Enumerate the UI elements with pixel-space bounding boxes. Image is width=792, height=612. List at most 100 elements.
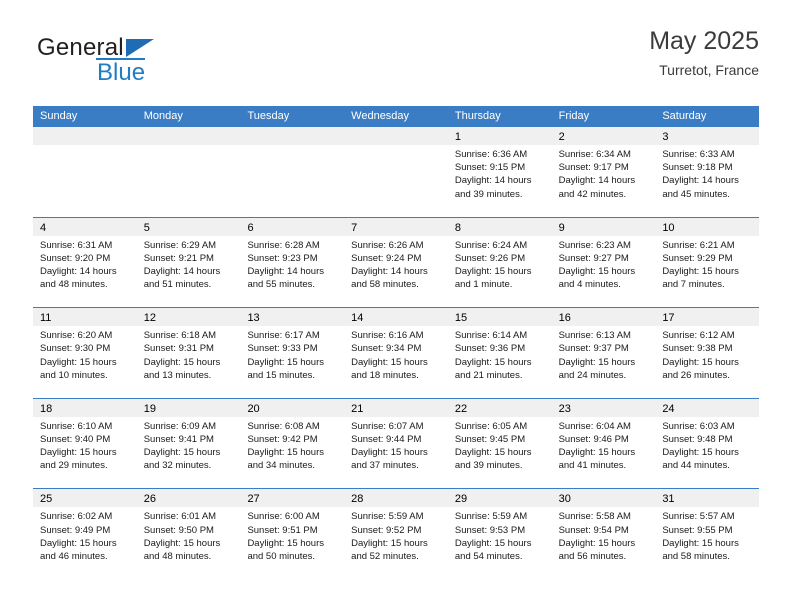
day-number: 20 bbox=[247, 402, 260, 415]
weekday-header-friday: Friday bbox=[558, 110, 590, 122]
day-details: Sunrise: 6:04 AM Sunset: 9:46 PM Daylight:… bbox=[552, 417, 656, 473]
sunrise-text: Sunrise: 6:07 AM bbox=[351, 420, 424, 432]
calendar-day-cell[interactable]: 7 Sunrise: 6:26 AM Sunset: 9:24 PM Daylight… bbox=[344, 217, 448, 308]
title-block: May 2025 Turretot, France bbox=[649, 26, 759, 79]
day-number: 2 bbox=[558, 131, 565, 143]
daylight-text-line1: Daylight: 15 hours bbox=[143, 447, 221, 459]
daylight-text-line1: Daylight: 15 hours bbox=[40, 356, 117, 368]
day-details: Sunrise: 6:24 AM Sunset: 9:26 PM Daylight:… bbox=[448, 236, 552, 292]
day-details: Sunrise: 6:20 AM Sunset: 9:30 PM Daylight:… bbox=[33, 326, 137, 382]
day-details: Sunrise: 6:21 AM Sunset: 9:29 PM Daylight:… bbox=[655, 236, 759, 292]
calendar-day-cell[interactable]: 8 Sunrise: 6:24 AM Sunset: 9:26 PM Daylight… bbox=[447, 217, 552, 308]
calendar-day-cell[interactable]: 19 Sunrise: 6:09 AM Sunset: 9:41 PM Dayligh… bbox=[136, 398, 241, 489]
calendar-day-cell[interactable]: 26 Sunrise: 6:01 AM Sunset: 9:50 PM Dayligh… bbox=[136, 489, 241, 579]
sunrise-text: Sunrise: 6:21 AM bbox=[662, 239, 735, 251]
day-number-strip bbox=[344, 127, 448, 145]
day-number-strip: 5 bbox=[136, 217, 241, 236]
weekday-header-monday: Monday bbox=[143, 110, 183, 122]
calendar-day-cell[interactable]: 5 Sunrise: 6:29 AM Sunset: 9:21 PM Daylight… bbox=[136, 217, 241, 308]
sunrise-text: Sunrise: 6:29 AM bbox=[143, 239, 217, 251]
day-details: Sunrise: 6:13 AM Sunset: 9:37 PM Daylight:… bbox=[552, 326, 656, 382]
daylight-text-line2: and 37 minutes. bbox=[351, 460, 419, 472]
sunrise-text: Sunrise: 5:58 AM bbox=[558, 511, 631, 523]
day-details: Sunrise: 6:34 AM Sunset: 9:17 PM Daylight:… bbox=[552, 145, 656, 201]
calendar-day-cell[interactable]: 27 Sunrise: 6:00 AM Sunset: 9:51 PM Dayligh… bbox=[240, 489, 345, 579]
calendar-day-cell[interactable]: 10 Sunrise: 6:21 AM Sunset: 9:29 PM Dayligh… bbox=[655, 217, 760, 308]
daylight-text-line2: and 29 minutes. bbox=[40, 460, 108, 472]
day-number-strip: 13 bbox=[240, 308, 345, 327]
calendar-week-row: 11 Sunrise: 6:20 AM Sunset: 9:30 PM Dayligh… bbox=[33, 307, 760, 398]
calendar-weeks: 1 Sunrise: 6:36 AM Sunset: 9:15 PM Daylight… bbox=[33, 127, 760, 579]
sunset-text: Sunset: 9:40 PM bbox=[40, 433, 111, 445]
calendar-day-cell[interactable]: 14 Sunrise: 6:16 AM Sunset: 9:34 PM Dayligh… bbox=[344, 308, 448, 398]
calendar-day-cell[interactable]: 3 Sunrise: 6:33 AM Sunset: 9:18 PM Daylight… bbox=[655, 127, 760, 217]
calendar-day-cell[interactable]: 12 Sunrise: 6:18 AM Sunset: 9:31 PM Dayligh… bbox=[136, 308, 241, 398]
day-number: 22 bbox=[454, 402, 468, 415]
day-number-strip: 16 bbox=[551, 308, 656, 327]
day-details: Sunrise: 6:17 AM Sunset: 9:33 PM Daylight:… bbox=[240, 326, 344, 382]
daylight-text-line2: and 10 minutes. bbox=[40, 369, 108, 381]
calendar-day-cell[interactable]: 16 Sunrise: 6:13 AM Sunset: 9:37 PM Dayligh… bbox=[551, 308, 656, 398]
page-subtitle: Turretot, France bbox=[659, 62, 759, 79]
daylight-text-line2: and 24 minutes. bbox=[558, 369, 627, 381]
calendar-day-cell[interactable]: 4 Sunrise: 6:31 AM Sunset: 9:20 PM Daylight… bbox=[33, 217, 137, 308]
sunset-text: Sunset: 9:38 PM bbox=[662, 343, 733, 355]
sunset-text: Sunset: 9:30 PM bbox=[40, 343, 111, 355]
day-number-strip: 25 bbox=[33, 489, 137, 508]
daylight-text-line2: and 32 minutes. bbox=[143, 460, 212, 472]
calendar-day-cell[interactable]: 24 Sunrise: 6:03 AM Sunset: 9:48 PM Dayligh… bbox=[655, 398, 760, 489]
calendar-day-cell[interactable]: 21 Sunrise: 6:07 AM Sunset: 9:44 PM Dayligh… bbox=[344, 398, 448, 489]
sunrise-text: Sunrise: 6:02 AM bbox=[40, 511, 113, 523]
sunset-text: Sunset: 9:45 PM bbox=[454, 433, 526, 445]
day-number-strip: 31 bbox=[655, 489, 760, 508]
sunset-text: Sunset: 9:37 PM bbox=[558, 343, 629, 355]
calendar-day-cell[interactable]: 15 Sunrise: 6:14 AM Sunset: 9:36 PM Dayligh… bbox=[447, 308, 552, 398]
day-number-strip: 14 bbox=[344, 308, 448, 327]
calendar-day-cell[interactable]: 22 Sunrise: 6:05 AM Sunset: 9:45 PM Dayligh… bbox=[447, 398, 552, 489]
day-details: Sunrise: 6:16 AM Sunset: 9:34 PM Daylight:… bbox=[344, 326, 448, 382]
sunset-text: Sunset: 9:50 PM bbox=[143, 524, 214, 536]
general-blue-logo[interactable]: General Blue bbox=[37, 34, 237, 94]
calendar-day-cell[interactable]: 2 Sunrise: 6:34 AM Sunset: 9:17 PM Daylight… bbox=[551, 127, 656, 217]
day-number: 30 bbox=[558, 493, 571, 506]
calendar-day-cell[interactable]: 23 Sunrise: 6:04 AM Sunset: 9:46 PM Dayligh… bbox=[551, 398, 656, 489]
calendar-day-cell[interactable]: 17 Sunrise: 6:12 AM Sunset: 9:38 PM Dayligh… bbox=[655, 308, 760, 398]
daylight-text-line2: and 48 minutes. bbox=[40, 279, 108, 291]
sunset-text: Sunset: 9:24 PM bbox=[351, 252, 422, 264]
calendar-day-cell[interactable]: 11 Sunrise: 6:20 AM Sunset: 9:30 PM Dayligh… bbox=[33, 308, 137, 398]
day-details: Sunrise: 6:10 AM Sunset: 9:40 PM Daylight:… bbox=[33, 417, 137, 473]
day-number-strip bbox=[136, 127, 241, 145]
daylight-text-line2: and 58 minutes. bbox=[662, 550, 730, 562]
daylight-text-line2: and 44 minutes. bbox=[662, 460, 730, 472]
day-details: Sunrise: 6:29 AM Sunset: 9:21 PM Daylight:… bbox=[137, 236, 241, 292]
calendar-day-cell[interactable]: 28 Sunrise: 5:59 AM Sunset: 9:52 PM Dayligh… bbox=[344, 489, 448, 579]
calendar-day-cell[interactable]: 6 Sunrise: 6:28 AM Sunset: 9:23 PM Daylight… bbox=[240, 217, 345, 308]
calendar-day-cell[interactable]: 18 Sunrise: 6:10 AM Sunset: 9:40 PM Dayligh… bbox=[33, 398, 137, 489]
sunset-text: Sunset: 9:17 PM bbox=[558, 162, 629, 174]
daylight-text-line1: Daylight: 15 hours bbox=[454, 537, 532, 549]
day-number-strip: 2 bbox=[551, 127, 656, 145]
calendar-day-cell[interactable]: 1 Sunrise: 6:36 AM Sunset: 9:15 PM Daylight… bbox=[447, 127, 552, 217]
day-number: 6 bbox=[247, 221, 254, 234]
day-number-strip bbox=[33, 127, 137, 145]
calendar-day-cell[interactable]: 31 Sunrise: 5:57 AM Sunset: 9:55 PM Dayligh… bbox=[655, 489, 760, 579]
day-number-strip: 9 bbox=[551, 217, 656, 236]
sunrise-text: Sunrise: 6:14 AM bbox=[454, 330, 528, 342]
daylight-text-line1: Daylight: 14 hours bbox=[143, 266, 221, 277]
daylight-text-line2: and 48 minutes. bbox=[143, 550, 212, 562]
sunset-text: Sunset: 9:41 PM bbox=[143, 433, 214, 445]
day-number-strip: 20 bbox=[240, 398, 345, 417]
sunrise-text: Sunrise: 6:33 AM bbox=[662, 149, 735, 160]
day-details: Sunrise: 6:18 AM Sunset: 9:31 PM Daylight:… bbox=[137, 326, 241, 382]
calendar-day-cell[interactable]: 25 Sunrise: 6:02 AM Sunset: 9:49 PM Dayligh… bbox=[33, 489, 137, 579]
sunrise-text: Sunrise: 6:08 AM bbox=[247, 420, 320, 432]
day-number: 16 bbox=[558, 312, 571, 325]
calendar-day-cell[interactable]: 20 Sunrise: 6:08 AM Sunset: 9:42 PM Dayligh… bbox=[240, 398, 345, 489]
calendar-day-cell[interactable]: 29 Sunrise: 5:59 AM Sunset: 9:53 PM Dayligh… bbox=[447, 489, 552, 579]
calendar-day-cell[interactable]: 13 Sunrise: 6:17 AM Sunset: 9:33 PM Dayligh… bbox=[240, 308, 345, 398]
calendar-day-cell[interactable]: 9 Sunrise: 6:23 AM Sunset: 9:27 PM Daylight… bbox=[551, 217, 656, 308]
daylight-text-line1: Daylight: 15 hours bbox=[351, 356, 428, 368]
calendar-day-cell[interactable]: 30 Sunrise: 5:58 AM Sunset: 9:54 PM Dayligh… bbox=[551, 489, 656, 579]
day-details: Sunrise: 6:31 AM Sunset: 9:20 PM Daylight:… bbox=[33, 236, 137, 292]
sunrise-text: Sunrise: 6:10 AM bbox=[40, 420, 113, 432]
